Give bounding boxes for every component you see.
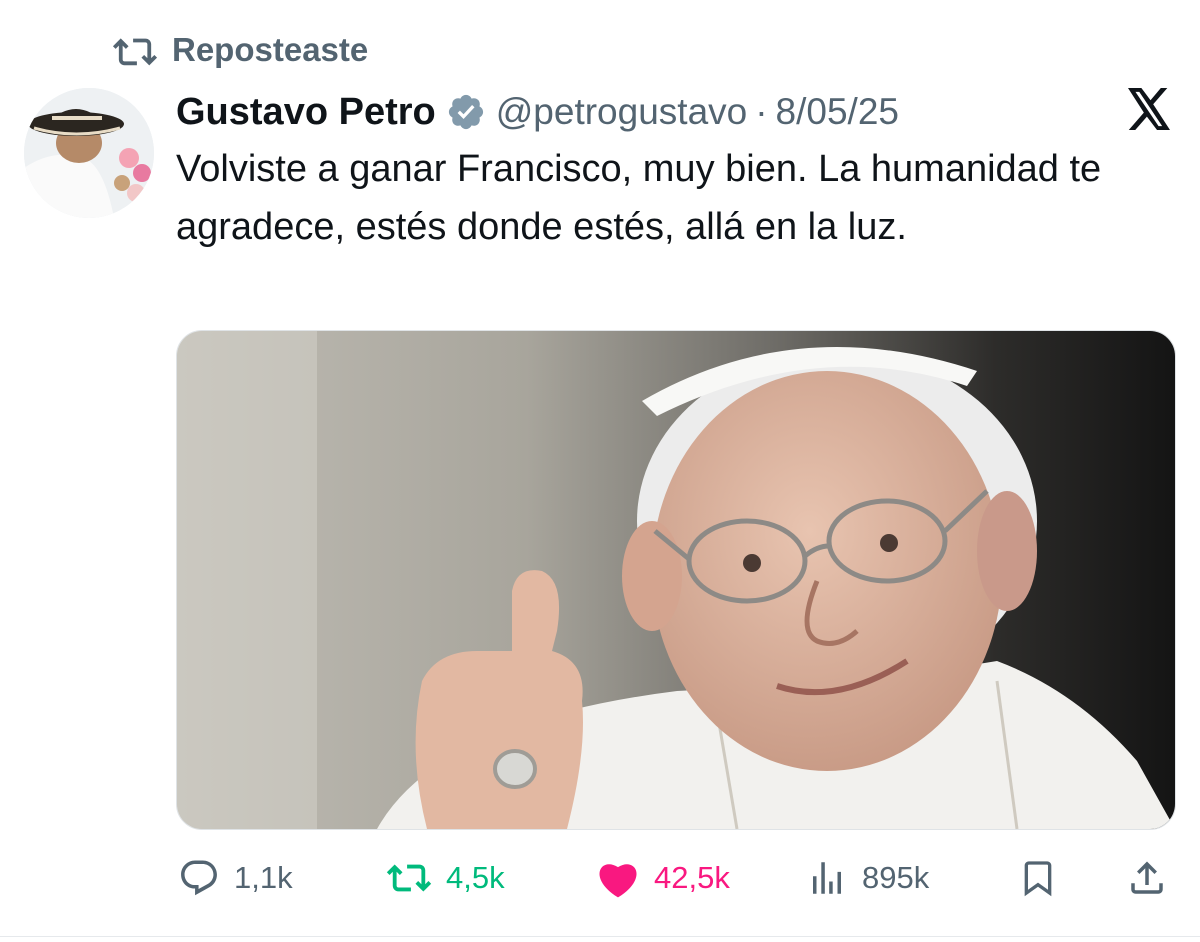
tweet-header: Gustavo Petro @petrogustavo · 8/05/25: [176, 84, 899, 140]
views-icon: [813, 862, 841, 894]
avatar-image: [24, 88, 154, 218]
reply-count: 1,1k: [234, 860, 293, 895]
reply-icon: [181, 860, 217, 896]
like-button[interactable]: 42,5k: [596, 850, 730, 906]
bookmark-button[interactable]: [1018, 850, 1058, 906]
heart-icon: [599, 864, 637, 898]
tweet-text: Volviste a ganar Francisco, muy bien. La…: [176, 148, 1102, 248]
tweet-actions: 1,1k 4,5k 42,5k 895k: [0, 850, 1200, 906]
verified-badge-icon[interactable]: [446, 92, 486, 132]
author-name[interactable]: Gustavo Petro: [176, 91, 436, 134]
tweet-media[interactable]: [176, 330, 1176, 830]
share-icon: [1131, 861, 1163, 894]
repost-context[interactable]: Reposteaste: [112, 28, 368, 72]
repost-icon: [386, 864, 432, 892]
views-button[interactable]: 895k: [806, 850, 929, 906]
divider: [0, 936, 1200, 937]
tweet-photo: [177, 331, 1175, 829]
author-handle[interactable]: @petrogustavo: [496, 91, 747, 133]
x-logo-icon: [1128, 88, 1170, 130]
bookmark-icon: [1024, 861, 1052, 897]
tweet-date[interactable]: 8/05/25: [776, 91, 899, 133]
views-count: 895k: [862, 860, 930, 895]
repost-icon: [112, 38, 158, 66]
author-avatar[interactable]: [24, 88, 154, 218]
reply-button[interactable]: 1,1k: [178, 850, 293, 906]
repost-button[interactable]: 4,5k: [386, 850, 505, 906]
repost-label: Reposteaste: [172, 31, 369, 68]
meta-separator: ·: [755, 91, 768, 132]
repost-count: 4,5k: [446, 860, 505, 895]
like-count: 42,5k: [654, 860, 730, 895]
share-button[interactable]: [1126, 850, 1168, 906]
